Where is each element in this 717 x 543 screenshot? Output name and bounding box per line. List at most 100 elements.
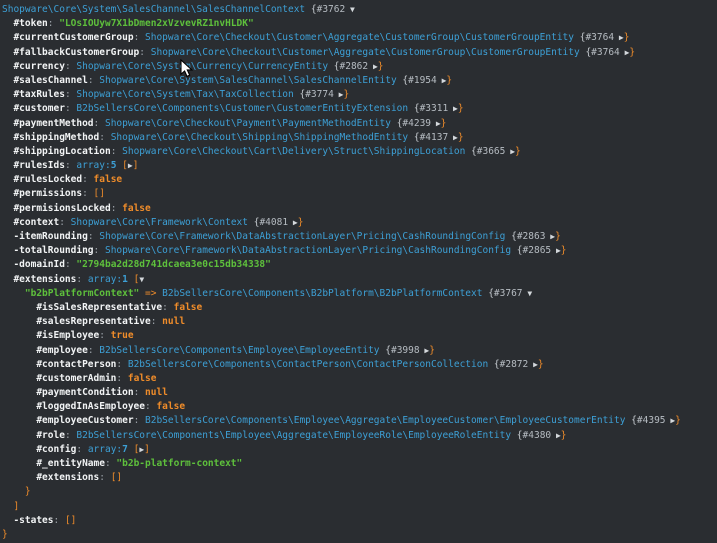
toggle-arrow-collapsed[interactable]: ▶ — [334, 90, 344, 99]
array-type-label: array: — [76, 160, 110, 171]
object-ref[interactable]: #3767 — [494, 288, 523, 299]
toggle-arrow-collapsed[interactable]: ▶ — [666, 416, 676, 425]
colon-separator: : — [134, 387, 145, 398]
object-ref[interactable]: #2872 — [500, 359, 529, 370]
toggle-arrow-collapsed[interactable]: ▶ — [528, 360, 538, 369]
dump-line: #employee: B2bSellersCore\Components\Emp… — [2, 344, 717, 358]
toggle-arrow-collapsed[interactable]: ▶ — [420, 346, 430, 355]
class-name: Shopware\Core\Checkout\Customer\Aggregat… — [145, 32, 574, 43]
dump-line: #shippingMethod: Shopware\Core\Checkout\… — [2, 131, 717, 145]
dump-line: #paymentMethod: Shopware\Core\Checkout\P… — [2, 117, 717, 131]
colon-separator: : — [99, 330, 110, 341]
object-ref[interactable]: #2862 — [340, 61, 369, 72]
toggle-arrow-expanded[interactable]: ▼ — [139, 275, 144, 284]
class-name: B2bSellersCore\Components\Employee\Aggre… — [145, 415, 625, 426]
property-name: #token — [13, 18, 47, 29]
toggle-arrow-collapsed[interactable]: ▶ — [431, 119, 441, 128]
property-name: #isSalesRepresentative — [36, 302, 162, 313]
colon-separator: : — [151, 316, 162, 327]
property-name: #rulesIds — [13, 160, 64, 171]
property-name: #salesRepresentative — [36, 316, 150, 327]
dump-line: #config: array:7 [▶] — [2, 443, 717, 457]
dump-line: #role: B2bSellersCore\Components\Employe… — [2, 429, 717, 443]
array-type-label: array: — [88, 444, 122, 455]
object-ref[interactable]: #2863 — [517, 231, 546, 242]
dump-line: #paymentCondition: null — [2, 386, 717, 400]
open-brace: { — [391, 118, 402, 129]
indent — [2, 217, 13, 228]
toggle-arrow-expanded[interactable]: ▼ — [345, 5, 355, 14]
dump-line: #context: Shopware\Core\Framework\Contex… — [2, 216, 717, 230]
object-ref[interactable]: #3764 — [591, 47, 620, 58]
object-ref[interactable]: #1954 — [408, 75, 437, 86]
colon-separator: : — [82, 174, 93, 185]
colon-separator: : — [76, 274, 87, 285]
dump-line: #permissions: [] — [2, 187, 717, 201]
object-ref[interactable]: #3764 — [585, 32, 614, 43]
object-ref[interactable]: #2865 — [523, 245, 552, 256]
property-name: #extensions — [13, 274, 76, 285]
toggle-arrow-collapsed[interactable]: ▶ — [505, 147, 515, 156]
colon-separator: : — [88, 345, 99, 356]
object-ref[interactable]: #3774 — [305, 89, 334, 100]
toggle-arrow-collapsed[interactable]: ▶ — [448, 133, 458, 142]
arrow-operator: => — [139, 288, 162, 299]
toggle-arrow-collapsed[interactable]: ▶ — [551, 431, 561, 440]
object-ref[interactable]: #4137 — [420, 132, 449, 143]
toggle-arrow-collapsed[interactable]: ▶ — [288, 218, 298, 227]
dump-line: #fallbackCustomerGroup: Shopware\Core\Ch… — [2, 46, 717, 60]
toggle-arrow-collapsed[interactable]: ▶ — [437, 76, 447, 85]
close-brace: } — [298, 217, 304, 228]
property-name: #customer — [13, 103, 64, 114]
indent — [2, 174, 13, 185]
indent — [2, 188, 13, 199]
indent — [2, 132, 13, 143]
object-ref[interactable]: #4395 — [637, 415, 666, 426]
dump-line: #_entityName: "b2b-platform-context" — [2, 457, 717, 471]
colon-separator: : — [162, 302, 173, 313]
open-brace: { — [511, 430, 522, 441]
close-brace: } — [629, 47, 635, 58]
indent — [2, 302, 36, 313]
object-ref[interactable]: #3311 — [420, 103, 449, 114]
object-ref[interactable]: #4239 — [402, 118, 431, 129]
indent — [2, 245, 13, 256]
toggle-arrow-collapsed[interactable]: ▶ — [620, 48, 630, 57]
open-brace: { — [248, 217, 259, 228]
close-brace: } — [25, 486, 31, 497]
object-ref[interactable]: #4081 — [259, 217, 288, 228]
constant-value: false — [94, 174, 123, 185]
toggle-arrow-expanded[interactable]: ▼ — [523, 289, 533, 298]
bracket: ] — [13, 501, 19, 512]
object-ref[interactable]: #3998 — [391, 345, 420, 356]
colon-separator: : — [116, 359, 127, 370]
object-ref[interactable]: #3665 — [477, 146, 506, 157]
colon-separator: : — [65, 89, 76, 100]
indent — [2, 472, 36, 483]
string-value: "b2b-platform-context" — [116, 458, 242, 469]
constant-value: null — [145, 387, 168, 398]
colon-separator: : — [54, 515, 65, 526]
open-brace: { — [408, 103, 419, 114]
toggle-arrow-collapsed[interactable]: ▶ — [614, 33, 624, 42]
toggle-arrow-collapsed[interactable]: ▶ — [545, 232, 555, 241]
open-brace: { — [328, 61, 339, 72]
close-brace: } — [458, 132, 464, 143]
object-ref[interactable]: #4380 — [523, 430, 552, 441]
toggle-arrow-collapsed[interactable]: ▶ — [551, 246, 561, 255]
open-brace: { — [305, 4, 316, 15]
class-name: Shopware\Core\Checkout\Payment\PaymentMe… — [105, 118, 391, 129]
colon-separator: : — [48, 18, 59, 29]
dump-line: #salesChannel: Shopware\Core\System\Sale… — [2, 74, 717, 88]
class-name: Shopware\Core\Checkout\Shipping\Shipping… — [111, 132, 408, 143]
constant-value: false — [128, 373, 157, 384]
object-ref[interactable]: #3762 — [317, 4, 346, 15]
string-value: "LOsIOUyw7X1bDmen2xVzvevRZ1nvHLDK" — [59, 18, 253, 29]
bracket: ] — [144, 444, 150, 455]
toggle-arrow-collapsed[interactable]: ▶ — [368, 62, 378, 71]
indent — [2, 359, 36, 370]
toggle-arrow-collapsed[interactable]: ▶ — [448, 104, 458, 113]
open-brace: { — [482, 288, 493, 299]
dump-line: ] — [2, 500, 717, 514]
colon-separator: : — [82, 188, 93, 199]
